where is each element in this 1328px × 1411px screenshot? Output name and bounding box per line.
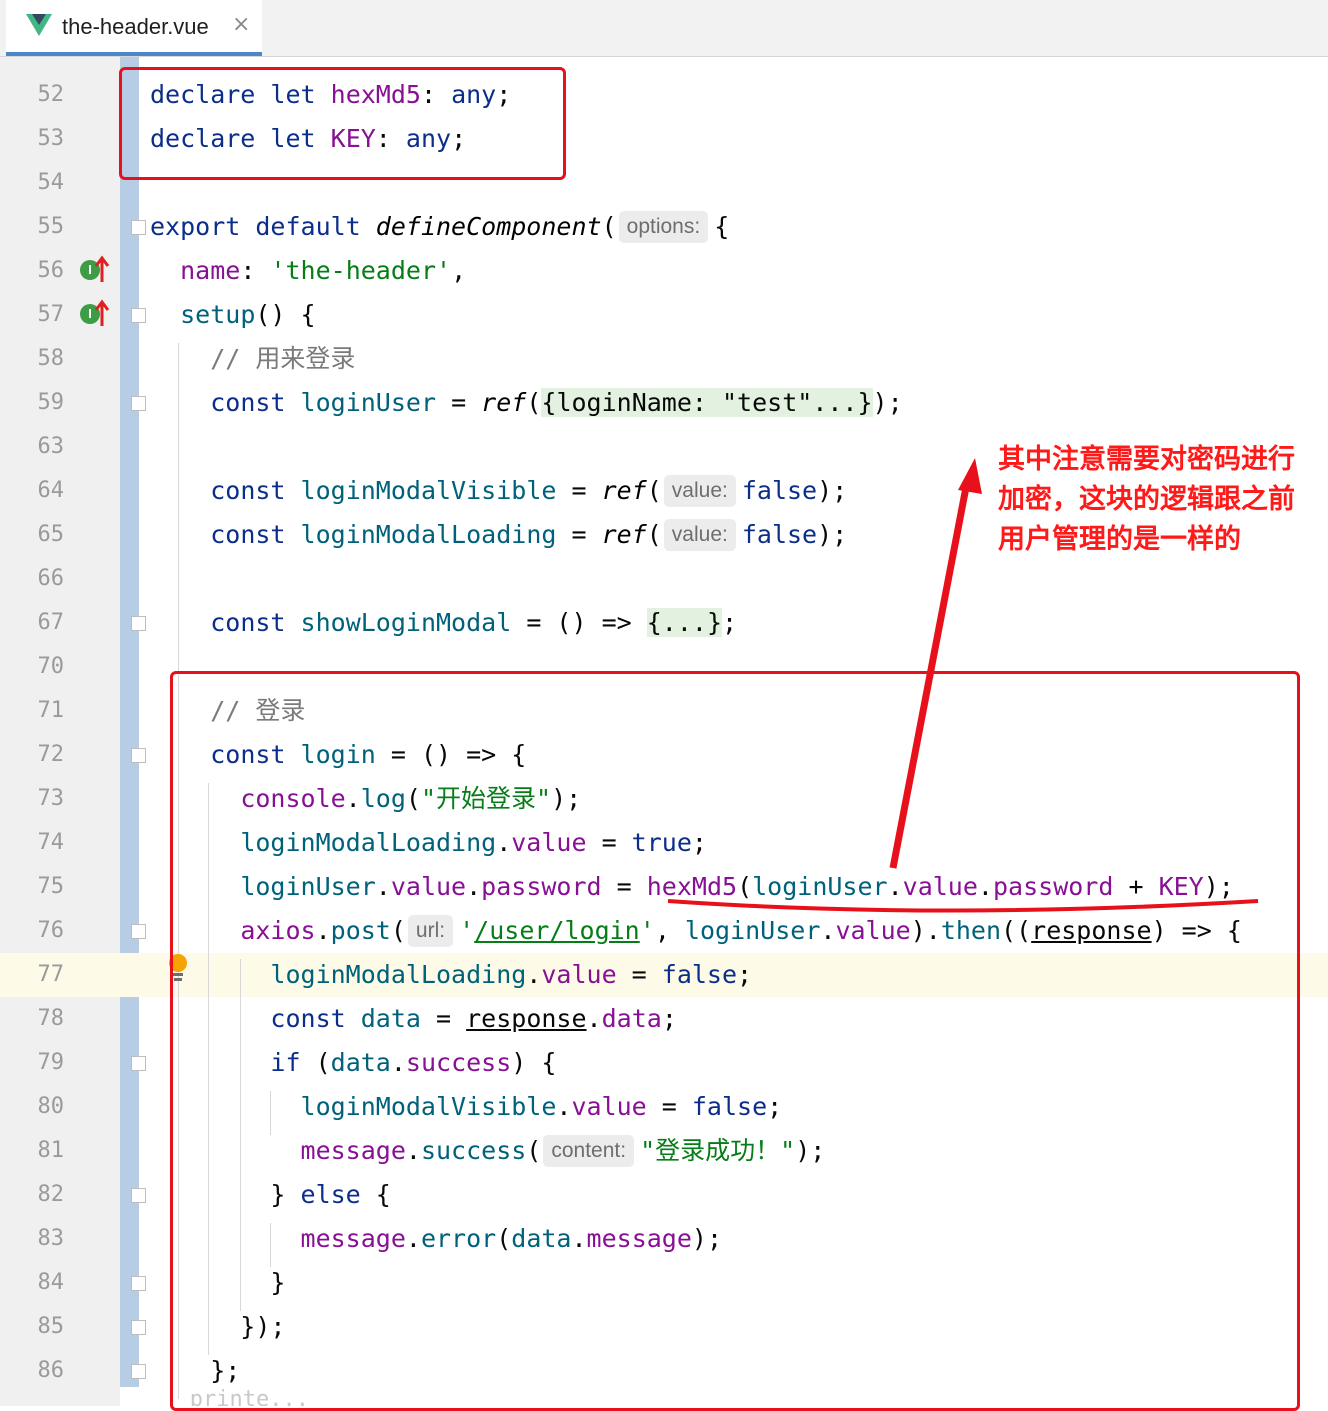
annotation-note: 其中注意需要对密码进行加密，这块的逻辑跟之前用户管理的是一样的 <box>998 444 1295 555</box>
annotation-arrow <box>667 458 1259 913</box>
